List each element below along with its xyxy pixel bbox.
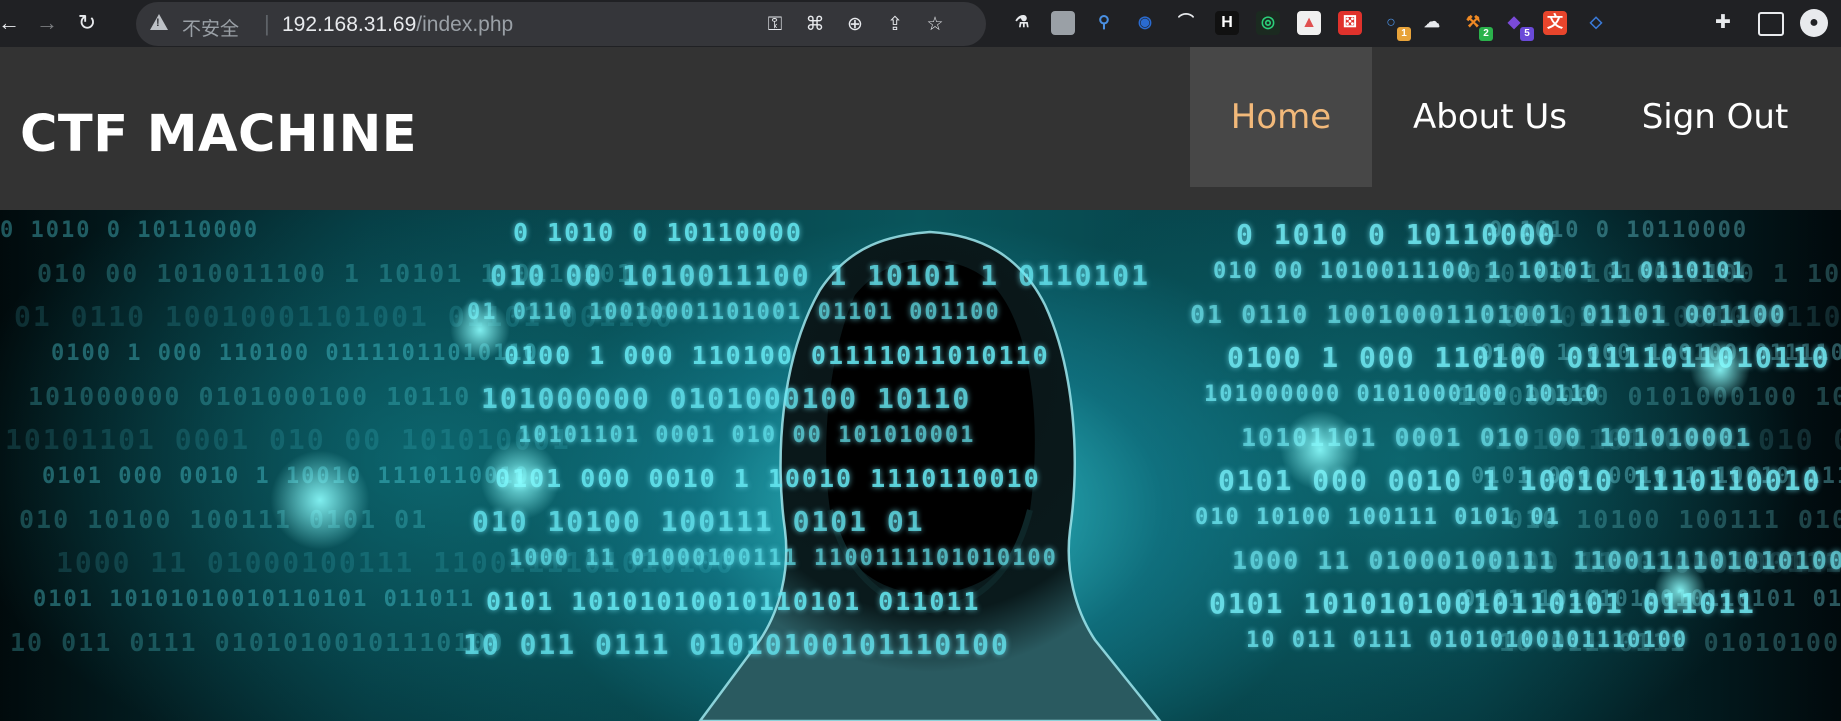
binary-text: 0 1010 0 10110000 (1489, 218, 1749, 243)
security-label[interactable]: 不安全 (182, 14, 239, 41)
side-panel-icon[interactable] (1758, 12, 1784, 36)
address-bar[interactable]: 不安全 | 192.168.31.69/index.php ⚿ ⌘ ⊕ ⇪ ☆ (136, 2, 986, 46)
binary-text: 010 00 1010011100 1 10101 1 0110101 (490, 259, 1151, 292)
share-icon[interactable]: ⇪ (882, 12, 908, 38)
url-text[interactable]: 192.168.31.69/index.php (282, 13, 513, 37)
reload-icon[interactable]: ↻ (70, 6, 104, 40)
site-brand[interactable]: CTF MACHINE (20, 105, 417, 164)
extension-lock-icon[interactable]: ▲ (1297, 11, 1321, 35)
extension-tool-icon[interactable]: ⚒ 2 (1461, 11, 1493, 41)
binary-text: 0 1010 0 10110000 (513, 218, 803, 247)
extension-translate-icon[interactable]: 文 (1543, 11, 1567, 35)
extension-bar-icon[interactable] (1051, 11, 1075, 35)
extension-leaf-icon[interactable]: ◇ (1584, 11, 1608, 35)
back-icon[interactable]: ← (0, 6, 26, 40)
light-glow (1280, 410, 1360, 490)
extension-badge: 1 (1397, 27, 1411, 41)
light-glow (270, 450, 370, 550)
light-glow (450, 300, 510, 360)
binary-text: 01 0110 10010001101001 01101 001100 (1503, 300, 1841, 333)
binary-text: 10101101 0001 010 00 101010001 (1494, 423, 1841, 456)
extension-hat-icon[interactable]: ⌒ (1174, 11, 1198, 35)
bookmark-star-icon[interactable]: ☆ (922, 12, 948, 38)
binary-text: 10 011 0111 01010100101110100 (463, 628, 1010, 661)
extension-badge: 5 (1520, 27, 1534, 41)
extension-search-badge-icon[interactable]: ○ 1 (1379, 11, 1411, 41)
extension-dice-icon[interactable]: ⚄ (1338, 11, 1362, 35)
light-glow (480, 440, 560, 520)
not-secure-warning-icon[interactable] (150, 14, 168, 30)
binary-text: 010 00 1010011100 1 10101 1 0110101 (1466, 259, 1841, 288)
binary-text: 10101101 0001 010 00 101010001 (5, 423, 571, 456)
nav-home[interactable]: Home (1190, 47, 1372, 187)
binary-text: 10101101 0001 010 00 101010001 (518, 423, 976, 448)
binary-text: 0101 000 0010 1 10010 1110110010 (495, 464, 1041, 493)
extension-circle-icon[interactable]: ◎ (1256, 11, 1280, 35)
binary-text: 0100 1 000 110100 01111011010110 (504, 341, 1050, 370)
nav-about-us[interactable]: About Us (1400, 47, 1580, 187)
extension-h-icon[interactable]: H (1215, 11, 1239, 35)
binary-text: 101000000 0101000100 10110 (1457, 382, 1841, 411)
binary-text: 0101 000 0010 1 10010 1110110010 (1471, 464, 1841, 489)
hero-hacker-image: 0 1010 0 10110000 0 1010 0 10110000 0 1010… (0, 210, 1841, 721)
extensions-puzzle-icon[interactable]: ✚ (1710, 10, 1736, 36)
binary-text: 10 011 0111 01010100101110100 (1499, 628, 1841, 657)
browser-toolbar: ← → ↻ 不安全 | 192.168.31.69/index.php ⚿ ⌘ … (0, 0, 1841, 47)
key-icon[interactable]: ⚿ (762, 12, 788, 38)
address-divider: | (264, 11, 270, 36)
forward-icon[interactable]: → (30, 6, 64, 40)
extension-flask-icon[interactable]: ⚗ (1010, 11, 1034, 35)
binary-text: 101000000 0101000100 10110 (481, 382, 972, 415)
site-header: CTF MACHINE Home About Us Sign Out (0, 47, 1841, 210)
binary-text: 1000 11 01000100111 1100111101010100 (509, 546, 1058, 571)
nav-sign-out[interactable]: Sign Out (1615, 47, 1815, 187)
extension-cloud-icon[interactable]: ☁ (1420, 11, 1444, 35)
extension-pin-icon[interactable]: ⚲ (1092, 11, 1116, 35)
light-glow (1654, 564, 1706, 616)
binary-text: 101000000 0101000100 10110 (28, 382, 472, 411)
light-glow (1690, 340, 1750, 400)
extension-gem-icon[interactable]: ◆ 5 (1502, 11, 1534, 41)
binary-text: 0101 10101010010110101 011011 (33, 587, 476, 612)
binary-text: 0101 10101010010110101 011011 (1462, 587, 1841, 612)
binary-text: 0101 10101010010110101 011011 (486, 587, 981, 616)
profile-avatar-icon[interactable]: ● (1800, 9, 1828, 37)
extension-eye-icon[interactable]: ◉ (1133, 11, 1157, 35)
binary-text: 010 10100 100111 0101 01 (1195, 505, 1561, 530)
translate-icon[interactable]: ⌘ (802, 12, 828, 38)
binary-text: 010 10100 100111 0101 01 (1508, 505, 1841, 534)
binary-text: 0 1010 0 10110000 (0, 218, 260, 243)
binary-text: 10 011 0111 01010100101110100 (10, 628, 505, 657)
extension-badge: 2 (1479, 27, 1493, 41)
zoom-icon[interactable]: ⊕ (842, 12, 868, 38)
binary-text: 0100 1 000 110100 01111011010110 (1480, 341, 1841, 366)
binary-text: 01 0110 10010001101001 01101 001100 (467, 300, 1001, 325)
